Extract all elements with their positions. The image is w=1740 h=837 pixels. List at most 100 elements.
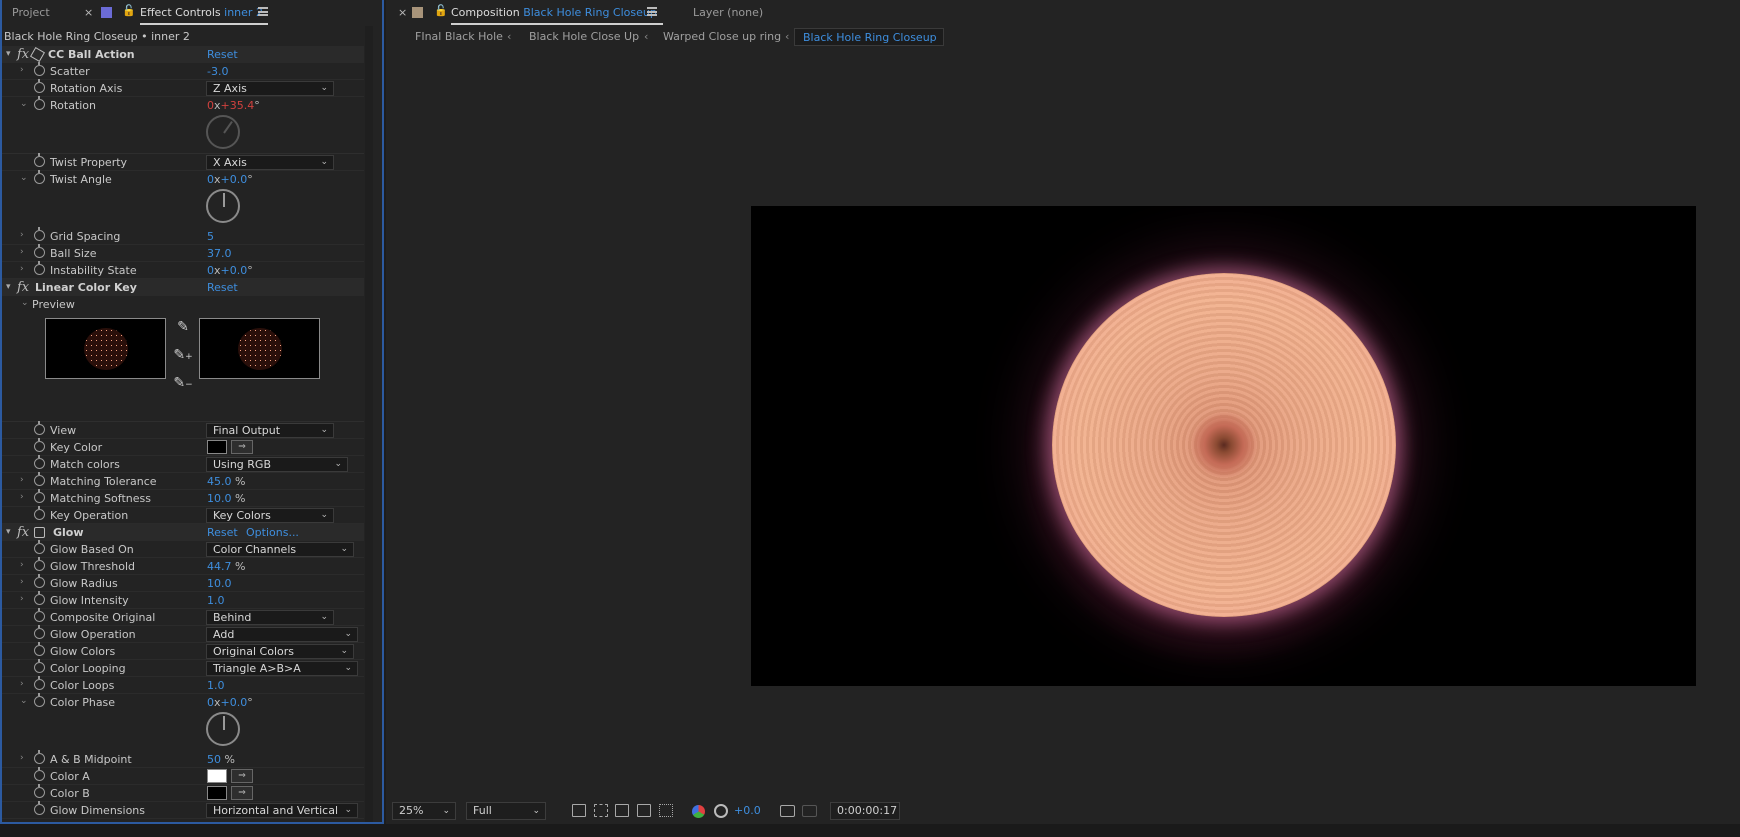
stopwatch-icon[interactable] xyxy=(34,79,45,93)
fx-icon[interactable]: fx xyxy=(17,46,29,63)
stopwatch-icon[interactable] xyxy=(34,784,45,798)
key-operation-dropdown[interactable]: Key Colors ⌄ xyxy=(206,508,334,523)
ball-size-value[interactable]: 37.0 xyxy=(207,245,232,262)
composition-viewer[interactable] xyxy=(386,50,1740,797)
twist-property-dropdown[interactable]: X Axis ⌄ xyxy=(206,155,334,170)
collapse-triangle-icon[interactable]: ▾ xyxy=(6,527,11,537)
rotation-degrees[interactable]: +35.4 xyxy=(221,99,255,112)
matching-softness-value[interactable]: 10.0 xyxy=(207,492,232,505)
view-dropdown[interactable]: Final Output ⌄ xyxy=(206,423,334,438)
stopwatch-icon[interactable] xyxy=(34,625,45,639)
rotation-value[interactable]: 0x+35.4° xyxy=(207,97,260,114)
effect-header-glow[interactable]: ▾ fx Glow Reset Options... xyxy=(0,524,364,541)
effect-header-linear-color-key[interactable]: ▾ fx Linear Color Key Reset xyxy=(0,279,364,296)
breadcrumb-warped-close-up-ring[interactable]: Warped Close up ring xyxy=(663,28,781,46)
stopwatch-icon[interactable] xyxy=(34,659,45,673)
reset-button[interactable]: Reset xyxy=(207,46,238,63)
stopwatch-icon[interactable] xyxy=(34,591,45,605)
color-b-swatch[interactable] xyxy=(207,786,227,800)
effect-header-cc-ball-action[interactable]: ▾ fx CC Ball Action Reset xyxy=(0,46,364,63)
key-color-swatch[interactable] xyxy=(207,440,227,454)
show-snapshot-icon[interactable] xyxy=(802,805,817,817)
instability-revolutions[interactable]: 0 xyxy=(207,264,214,277)
grid-spacing-value[interactable]: 5 xyxy=(207,228,214,245)
tab-layer[interactable]: Layer (none) xyxy=(693,0,763,25)
tab-effect-controls[interactable]: Effect Controls inner 2 xyxy=(140,0,263,25)
breadcrumb-black-hole-close-up[interactable]: Black Hole Close Up xyxy=(529,28,639,46)
collapse-triangle-icon[interactable]: ⌄ xyxy=(20,174,28,183)
composition-frame[interactable] xyxy=(751,206,1696,686)
stopwatch-icon[interactable] xyxy=(34,489,45,503)
lock-icon[interactable]: 🔓 xyxy=(122,5,136,17)
color-loops-value[interactable]: 1.0 xyxy=(207,677,225,694)
color-phase-degrees[interactable]: +0.0 xyxy=(221,696,248,709)
exposure-value[interactable]: +0.0 xyxy=(734,802,761,820)
stopwatch-icon[interactable] xyxy=(34,421,45,435)
expand-triangle-icon[interactable]: › xyxy=(20,493,28,502)
close-tab-icon[interactable]: × xyxy=(84,0,93,25)
rgb-channels-icon[interactable] xyxy=(692,805,705,818)
stopwatch-icon[interactable] xyxy=(34,506,45,520)
scatter-value[interactable]: -3.0 xyxy=(207,63,228,80)
ab-midpoint-value[interactable]: 50 xyxy=(207,753,221,766)
exposure-reset-icon[interactable] xyxy=(714,804,728,818)
glow-threshold-value[interactable]: 44.7 xyxy=(207,560,232,573)
collapse-triangle-icon[interactable]: ⌄ xyxy=(21,299,29,308)
instability-value[interactable]: 0x+0.0° xyxy=(207,262,253,279)
stopwatch-icon[interactable] xyxy=(34,750,45,764)
tab-composition[interactable]: Composition Black Hole Ring Closeup xyxy=(451,0,657,25)
matching-tolerance-value[interactable]: 45.0 xyxy=(207,475,232,488)
eyedropper-icon[interactable]: ⇒ xyxy=(231,440,253,454)
collapse-triangle-icon[interactable]: ▾ xyxy=(6,49,11,59)
options-button[interactable]: Options... xyxy=(246,524,299,541)
mask-visibility-icon[interactable] xyxy=(615,804,629,817)
glow-operation-dropdown[interactable]: Add ⌄ xyxy=(206,627,358,642)
scrollbar[interactable] xyxy=(365,26,373,822)
camera-snapshot-icon[interactable] xyxy=(780,805,795,817)
reset-button[interactable]: Reset xyxy=(207,279,238,296)
stopwatch-icon[interactable] xyxy=(34,540,45,554)
rotation-dial[interactable] xyxy=(206,115,240,149)
expand-triangle-icon[interactable]: › xyxy=(20,248,28,257)
color-phase-value[interactable]: 0x+0.0° xyxy=(207,694,253,711)
timecode-field[interactable]: 0:00:00:17 xyxy=(830,802,900,820)
stopwatch-icon[interactable] xyxy=(34,62,45,76)
breadcrumb-black-hole-ring-closeup[interactable]: Black Hole Ring Closeup xyxy=(794,28,944,46)
expand-triangle-icon[interactable]: › xyxy=(20,231,28,240)
stopwatch-icon[interactable] xyxy=(34,472,45,486)
glow-intensity-value[interactable]: 1.0 xyxy=(207,592,225,609)
glow-dimensions-dropdown[interactable]: Horizontal and Vertical ⌄ xyxy=(206,803,358,818)
composite-original-dropdown[interactable]: Behind ⌄ xyxy=(206,610,334,625)
fx-icon[interactable]: fx xyxy=(17,279,29,296)
collapse-triangle-icon[interactable]: ⌄ xyxy=(20,100,28,109)
stopwatch-icon[interactable] xyxy=(34,557,45,571)
eyedropper-icon[interactable]: ⇒ xyxy=(231,786,253,800)
eyedropper-plus-icon[interactable]: ✎+ xyxy=(173,345,193,365)
stopwatch-icon[interactable] xyxy=(34,244,45,258)
rotation-revolutions[interactable]: 0 xyxy=(207,99,214,112)
stopwatch-icon[interactable] xyxy=(34,153,45,167)
glow-based-on-dropdown[interactable]: Color Channels ⌄ xyxy=(206,542,354,557)
stopwatch-icon[interactable] xyxy=(34,96,45,110)
color-phase-revolutions[interactable]: 0 xyxy=(207,696,214,709)
eyedropper-minus-icon[interactable]: ✎− xyxy=(173,373,193,393)
expand-triangle-icon[interactable]: › xyxy=(20,265,28,274)
zoom-dropdown[interactable]: 25% ⌄ xyxy=(392,802,456,820)
stopwatch-icon[interactable] xyxy=(34,455,45,469)
expand-triangle-icon[interactable]: › xyxy=(20,595,28,604)
twist-angle-revolutions[interactable]: 0 xyxy=(207,173,214,186)
panel-menu-icon[interactable] xyxy=(647,7,657,16)
match-colors-dropdown[interactable]: Using RGB ⌄ xyxy=(206,457,348,472)
stopwatch-icon[interactable] xyxy=(34,170,45,184)
stopwatch-icon[interactable] xyxy=(34,574,45,588)
twist-angle-value[interactable]: 0x+0.0° xyxy=(207,171,253,188)
stopwatch-icon[interactable] xyxy=(34,608,45,622)
reset-button[interactable]: Reset xyxy=(207,524,238,541)
color-looping-dropdown[interactable]: Triangle A>B>A ⌄ xyxy=(206,661,358,676)
close-tab-icon[interactable]: × xyxy=(398,0,407,25)
expand-triangle-icon[interactable]: › xyxy=(20,66,28,75)
color-a-swatch[interactable] xyxy=(207,769,227,783)
tab-project[interactable]: Project xyxy=(12,0,50,25)
stopwatch-icon[interactable] xyxy=(34,801,45,815)
expand-triangle-icon[interactable]: › xyxy=(20,754,28,763)
